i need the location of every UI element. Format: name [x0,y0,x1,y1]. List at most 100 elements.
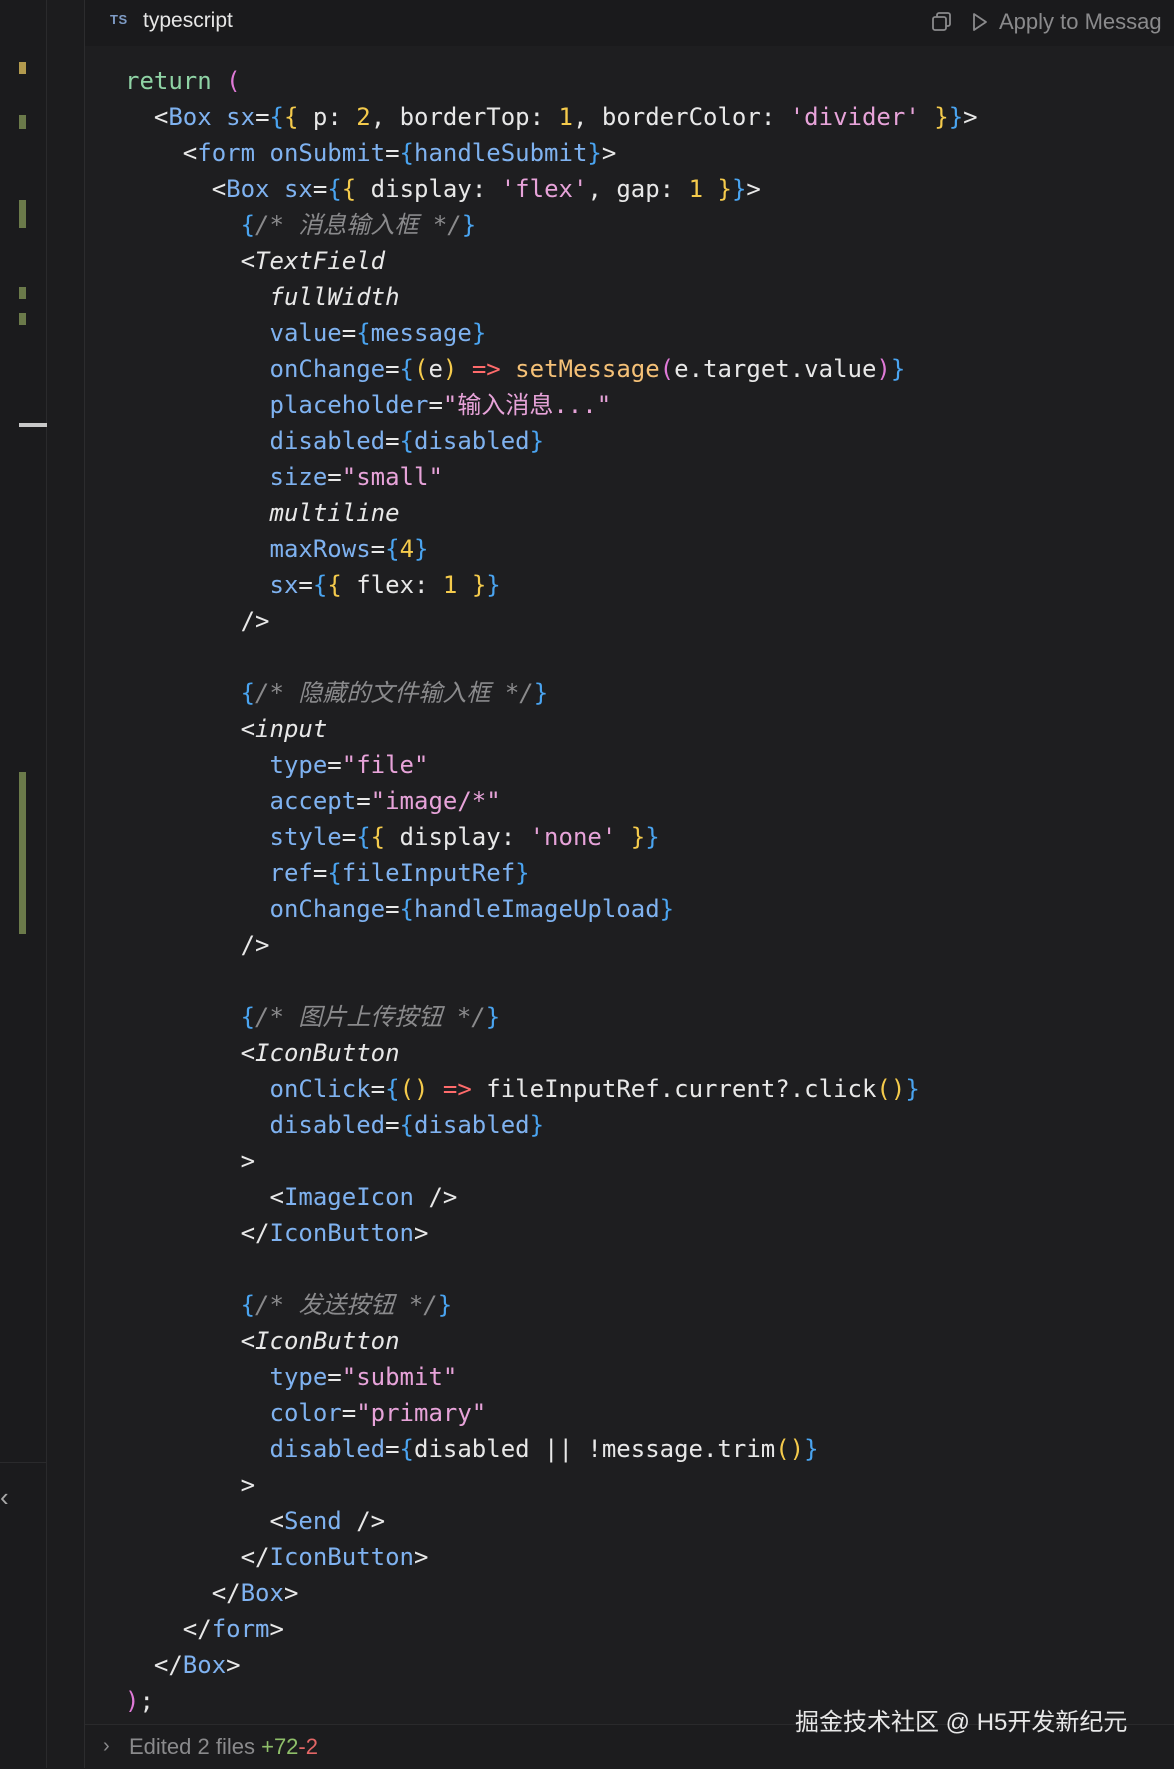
play-icon[interactable] [971,12,989,32]
code-token: { [385,1075,400,1103]
code-token: , gap: [587,175,689,203]
chevron-left-icon[interactable]: ‹ [0,1484,9,1510]
code-token: IconButton [255,1039,400,1067]
code-line: multiline [125,495,978,531]
code-token: = [327,463,342,491]
code-token: { [240,211,256,239]
code-line: /> [125,603,978,639]
code-token: > [601,139,617,167]
code-token: } [485,1003,501,1031]
code-token: = [385,1111,400,1139]
code-token: onSubmit [269,139,386,167]
code-token: = [327,1363,342,1391]
code-token: handleSubmit [414,139,588,167]
code-line: color="primary" [125,1395,978,1431]
editor-gutter: ‹ [0,0,47,1768]
code-token: /* 图片上传按钮 */ [255,1003,486,1031]
code-token: = [385,427,400,455]
code-token: sx [283,175,313,203]
code-token: disabled [414,1111,530,1139]
copy-icon[interactable] [931,11,953,33]
change-marker [19,200,26,228]
code-line: > [125,1143,978,1179]
code-token: onChange [269,895,386,923]
code-line: sx={{ flex: 1 }} [125,567,978,603]
code-token: { [399,895,414,923]
code-token: , borderTop: [370,103,559,131]
watermark: 掘金技术社区 @ H5开发新纪元 [795,1709,1128,1736]
code-token: > [414,1543,429,1571]
code-token: = [341,1399,357,1427]
code-token: { [385,535,400,563]
code-token: { [327,175,342,203]
edited-files-summary[interactable]: Edited 2 files +72-2 [129,1734,318,1760]
code-line: <Send /> [125,1503,978,1539]
code-token: onClick [269,1075,371,1103]
code-token: => [471,355,501,383]
code-token: type [269,751,328,779]
code-token: } [471,571,487,599]
code-token: setMessage [515,355,660,383]
code-token: Send [283,1507,342,1535]
code-token: color [269,1399,342,1427]
code-token: = [370,1075,386,1103]
code-token: /> [414,1183,458,1211]
scroll-marker [19,423,47,427]
code-token: } [587,139,602,167]
chevron-right-icon[interactable]: › [103,1735,110,1758]
code-line: <IconButton [125,1323,978,1359]
code-token: } [437,1291,453,1319]
code-token: < [125,139,198,167]
code-token: ) [125,1687,140,1715]
code-line: onChange={(e) => setMessage(e.target.val… [125,351,978,387]
code-line: /> [125,927,978,963]
code-token: form [197,139,256,167]
code-token: flex: [341,571,443,599]
code-token: sx [269,571,299,599]
code-token: { [399,139,414,167]
code-token: = [385,355,400,383]
code-line: </form> [125,1611,978,1647]
code-token: disabled [414,427,530,455]
code-token: } [533,679,549,707]
code-token: ) [876,355,891,383]
code-token: = [428,391,443,419]
change-marker [19,313,26,325]
code-token: } [529,1111,545,1139]
code-line: disabled={disabled || !message.trim()} [125,1431,978,1467]
code-line: </Box> [125,1647,978,1683]
code-token: { [341,175,357,203]
code-line: disabled={disabled} [125,1107,978,1143]
code-token: < [125,175,227,203]
code-line: {/* 图片上传按钮 */} [125,999,978,1035]
code-token: form [211,1615,270,1643]
code-token: { [399,355,414,383]
code-token: = [327,751,342,779]
code-token: Box [182,1651,227,1679]
code-token: 'none' [529,823,617,851]
code-token: { [240,1291,256,1319]
code-token: type [269,1363,328,1391]
code-token: /* 隐藏的文件输入框 */ [255,679,534,707]
code-token: </ [125,1651,183,1679]
deletions-count: -2 [298,1734,318,1759]
code-token: display: [356,175,501,203]
code-token: < [125,1327,256,1355]
code-token: { [399,1435,414,1463]
code-line: value={message} [125,315,978,351]
apply-to-message-button[interactable]: Apply to Messag [999,9,1162,35]
code-line: disabled={disabled} [125,423,978,459]
code-token: ) [442,355,458,383]
code-token: IconButton [255,1327,400,1355]
code-token: /> [125,607,270,635]
code-token: placeholder [269,391,429,419]
